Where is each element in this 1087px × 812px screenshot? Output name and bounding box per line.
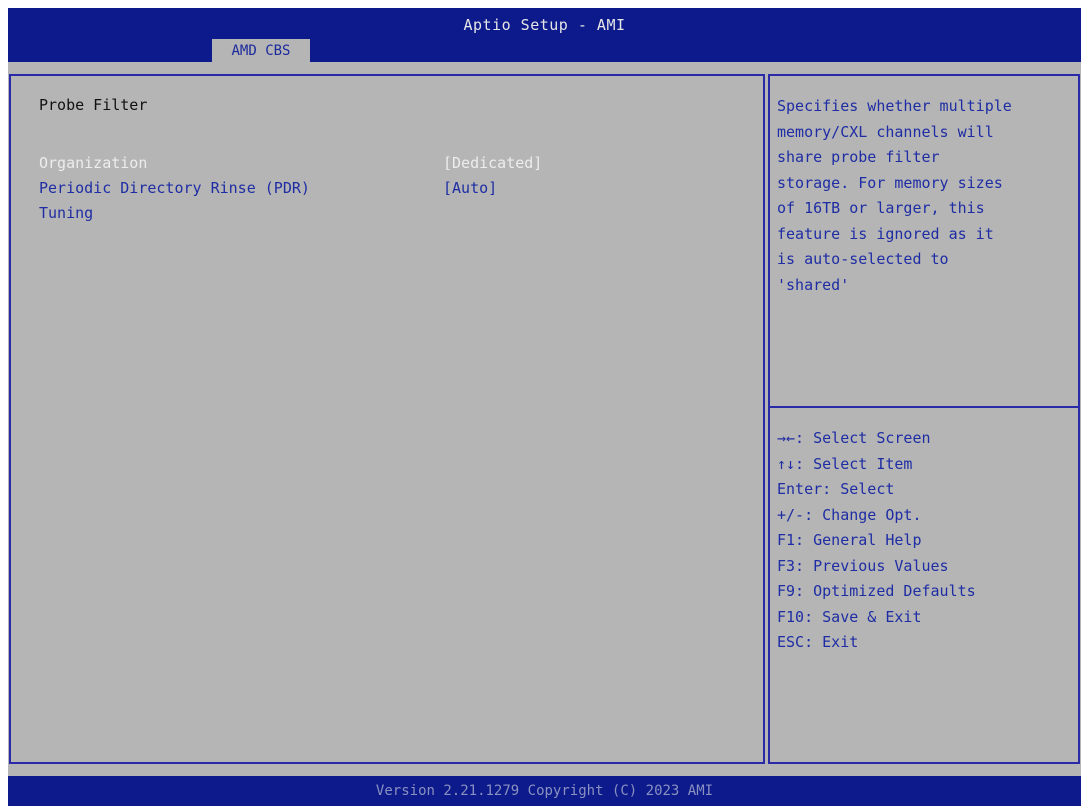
help-line: is auto-selected to xyxy=(777,250,949,268)
app-title: Aptio Setup - AMI xyxy=(463,16,626,34)
key-hint-select-item: ↑↓: Select Item xyxy=(777,454,913,473)
section-title: Probe Filter xyxy=(39,96,148,114)
footer-version: Version 2.21.1279 Copyright (C) 2023 AMI xyxy=(8,776,1081,806)
key-hint-general-help: F1: General Help xyxy=(777,531,922,549)
help-line: storage. For memory sizes xyxy=(777,173,1003,192)
title-bar: Aptio Setup - AMI AMD CBS xyxy=(8,8,1081,62)
main-panel: Probe Filter Organization [Dedicated] Pe… xyxy=(9,74,765,764)
key-legend: →←: Select Screen ↑↓: Select Item Enter:… xyxy=(777,426,1075,656)
key-hint-previous-values: F3: Previous Values xyxy=(777,556,949,575)
help-line: of 16TB or larger, this xyxy=(777,199,985,217)
key-hint-select-screen: →←: Select Screen xyxy=(777,429,931,447)
tab-amd-cbs[interactable]: AMD CBS xyxy=(212,39,310,62)
menu-item-organization[interactable]: Organization [Dedicated] xyxy=(39,154,739,176)
key-hint-exit: ESC: Exit xyxy=(777,633,859,651)
help-description: Specifies whether multiple memory/CXL ch… xyxy=(777,94,1075,298)
help-line: share probe filter xyxy=(777,148,940,166)
help-line: Specifies whether multiple xyxy=(777,97,1012,115)
help-panel: Specifies whether multiple memory/CXL ch… xyxy=(768,74,1080,764)
bios-screen: Aptio Setup - AMI AMD CBS Probe Filter O… xyxy=(8,8,1081,806)
key-hint-enter: Enter: Select xyxy=(777,480,895,498)
key-hint-optimized-defaults: F9: Optimized Defaults xyxy=(777,582,976,600)
menu-item-label: Organization xyxy=(39,154,148,172)
menu-item-periodic-directory-rinse[interactable]: Periodic Directory Rinse (PDR) [Auto] xyxy=(39,179,739,201)
help-line: memory/CXL channels will xyxy=(777,122,994,141)
menu-item-label: Periodic Directory Rinse (PDR) xyxy=(39,179,310,197)
help-line: 'shared' xyxy=(777,275,850,294)
menu-item-tuning[interactable]: Tuning xyxy=(39,204,739,226)
key-hint-save-exit: F10: Save & Exit xyxy=(777,607,922,626)
menu-item-value[interactable]: [Auto] xyxy=(443,179,497,197)
key-hint-change-opt: +/-: Change Opt. xyxy=(777,505,922,524)
menu-item-value[interactable]: [Dedicated] xyxy=(443,154,542,172)
menu-item-label: Tuning xyxy=(39,204,94,222)
help-line: feature is ignored as it xyxy=(777,224,994,243)
help-divider xyxy=(770,406,1078,408)
